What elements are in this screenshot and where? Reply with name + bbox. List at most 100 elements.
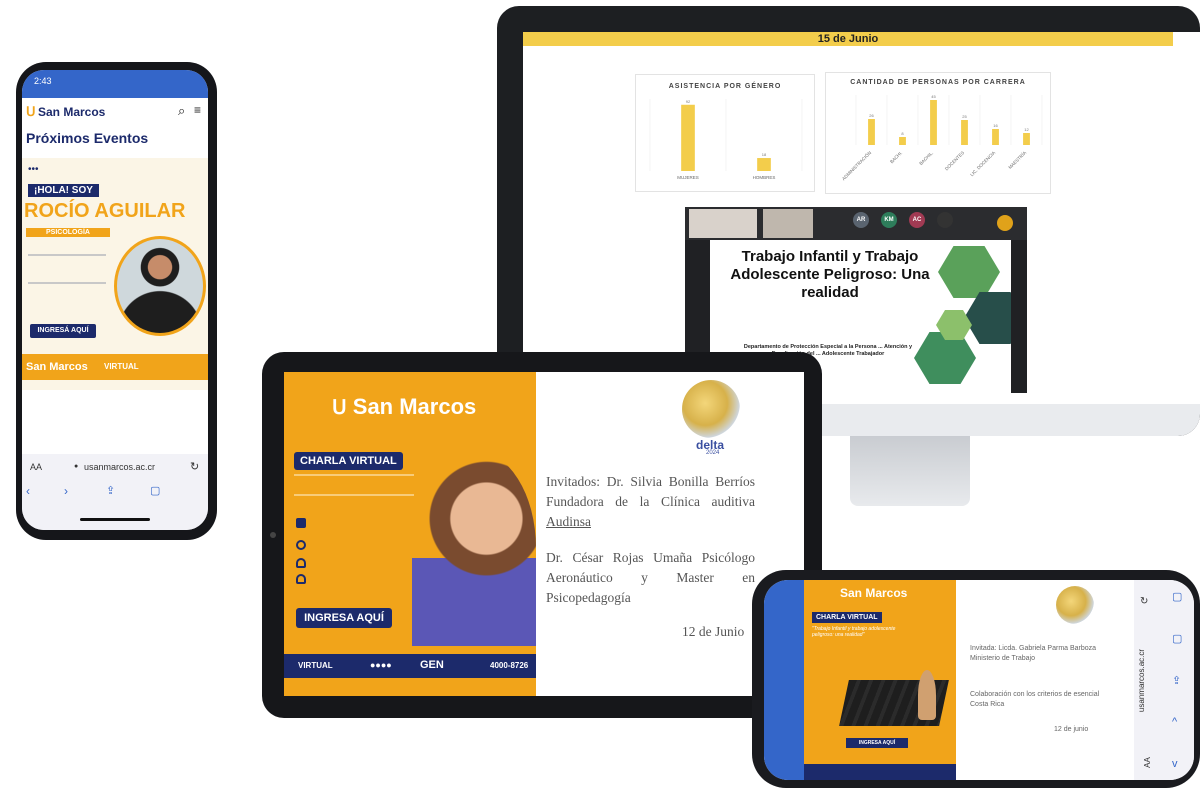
x-tick-label: DOCENTES bbox=[944, 150, 965, 171]
chart-title: ASISTENCIA POR GÉNERO bbox=[668, 83, 782, 90]
phone-landscape-screen: San Marcos CHARLA VIRTUAL "Trabajo Infan… bbox=[764, 580, 1194, 780]
bar-docentes bbox=[961, 120, 968, 145]
bar-value-label: 45 bbox=[931, 94, 936, 99]
brand-name: San Marcos bbox=[352, 394, 477, 419]
poster-subtitle: "Trabajo Infantil y trabajo adolescente … bbox=[812, 626, 896, 638]
speaker-name: ROCÍO AGUILAR bbox=[24, 200, 186, 222]
share-icon[interactable]: ⇪ bbox=[106, 484, 115, 497]
clock-icon bbox=[296, 540, 306, 550]
ingresa-button[interactable]: INGRESÁ AQUÍ bbox=[30, 324, 96, 338]
audinsa-link[interactable]: Audinsa bbox=[546, 514, 591, 529]
status-time: 2:43 bbox=[34, 76, 52, 86]
slide-title: Trabajo Infantil y Trabajo Adolescente P… bbox=[730, 248, 930, 301]
event-date: 12 de Junio bbox=[682, 624, 745, 639]
charla-badge: CHARLA VIRTUAL bbox=[812, 612, 882, 623]
charla-badge: CHARLA VIRTUAL bbox=[294, 452, 403, 470]
tag-badge: PSICOLOGÍA bbox=[26, 228, 110, 237]
more-participants-icon[interactable] bbox=[937, 212, 953, 228]
reload-icon[interactable]: ↻ bbox=[190, 460, 199, 473]
hexagon-shape bbox=[964, 292, 1011, 344]
phone-number: 4000-8726 bbox=[490, 661, 529, 670]
invitada-text: Invitada: Licda. Gabriela Parma Barboza … bbox=[970, 645, 1097, 662]
phone-portrait-screen: 2:43 ᑌ San Marcos ⌕ ≡ Próximos Eventos •… bbox=[22, 70, 208, 530]
virtual-label: VIRTUAL bbox=[298, 661, 333, 670]
guest-2-paragraph: Dr. César Rojas Umaña Psicólogo Aeronáut… bbox=[546, 550, 755, 605]
brand-name: San Marcos bbox=[840, 586, 908, 600]
ingresa-button[interactable]: INGRESA AQUÍ bbox=[296, 608, 392, 628]
report-date-bar: 15 de Junio bbox=[523, 32, 1173, 46]
bookmarks-icon[interactable]: ▢ bbox=[1172, 632, 1182, 645]
participant-avatar-3[interactable]: AC bbox=[909, 212, 925, 228]
calendar-icon bbox=[296, 518, 306, 528]
lock-icon: ● bbox=[74, 463, 79, 470]
bar-mujeres bbox=[681, 104, 695, 171]
participants-strip: AR KM AC bbox=[685, 207, 1027, 240]
participant-avatar-2[interactable]: KM bbox=[881, 212, 897, 228]
browser-bar: AA ● usanmarcos.ac.cr ↻ ‹ › ⇪ ▢ bbox=[22, 454, 208, 530]
bar-value-label: 92 bbox=[686, 99, 691, 104]
event-banner: ••• ¡HOLA! SOY ROCÍO AGUILAR PSICOLOGÍA … bbox=[22, 158, 208, 390]
bar-bachil- bbox=[930, 100, 937, 145]
guests-text: Invitados: Dr. Silvia Bonilla Berríos Fu… bbox=[546, 474, 755, 509]
event-poster: ᑌ San Marcos CHARLA VIRTUAL INGRESA AQUÍ… bbox=[284, 372, 536, 696]
phone-header: ᑌ San Marcos ⌕ ≡ bbox=[22, 98, 208, 126]
back-icon[interactable]: v bbox=[1172, 758, 1178, 770]
social-icons: ●●●● bbox=[370, 660, 392, 670]
x-tick-label: ADMINISTRACIÓN bbox=[840, 149, 872, 181]
speaker-photo bbox=[412, 450, 536, 646]
brand-logo: ᑌ San Marcos bbox=[332, 394, 476, 420]
ingresa-button[interactable]: INGRESA AQUÍ bbox=[846, 738, 908, 748]
gen-label: GEN bbox=[420, 659, 444, 671]
footer-brand: San Marcos bbox=[26, 361, 88, 373]
bar-bachi- bbox=[899, 137, 906, 145]
gender-attendance-chart: ASISTENCIA POR GÉNERO 92 MUJERES 18 HOMBRES bbox=[635, 74, 815, 192]
u-logo-icon: ᑌ bbox=[332, 397, 347, 419]
guests-paragraph: Invitados: Dr. Silvia Bonilla Berríos Fu… bbox=[546, 472, 755, 532]
poster-footer: VIRTUAL ●●●● GEN 4000-8726 bbox=[284, 654, 536, 678]
career-count-chart: CANTIDAD DE PERSONAS POR CARRERA 26 ADMIN… bbox=[825, 72, 1051, 194]
bar-value-label: 16 bbox=[993, 123, 998, 128]
tablet-screen: ᑌ San Marcos CHARLA VIRTUAL INGRESA AQUÍ… bbox=[284, 372, 804, 696]
text-size-button[interactable]: AA bbox=[1143, 757, 1152, 768]
bar-value-label: 12 bbox=[1024, 127, 1029, 132]
bar-value-label: 18 bbox=[762, 152, 767, 157]
bar-maestr-a bbox=[1023, 133, 1030, 145]
x-tick-label: HOMBRES bbox=[753, 175, 776, 180]
forward-icon[interactable]: ^ bbox=[1172, 716, 1177, 728]
self-avatar[interactable] bbox=[997, 215, 1013, 231]
wooden-figure bbox=[918, 670, 936, 720]
menu-icon[interactable]: ≡ bbox=[194, 103, 201, 117]
url-field[interactable]: usanmarcos.ac.cr bbox=[1137, 649, 1146, 712]
reload-icon[interactable]: ↻ bbox=[1140, 596, 1148, 607]
text-size-button[interactable]: AA bbox=[30, 462, 42, 472]
gender-chart-plot: 92 MUJERES 18 HOMBRES bbox=[649, 99, 803, 180]
participant-video-1 bbox=[689, 209, 757, 238]
chart-title: CANTIDAD DE PERSONAS POR CARRERA bbox=[850, 79, 1026, 86]
monitor-screen: 15 de Junio ASISTENCIA POR GÉNERO 92 MUJE… bbox=[523, 32, 1200, 404]
delta-logo-year: 2024 bbox=[706, 450, 720, 456]
hexagon-shape bbox=[938, 246, 1000, 298]
brand-name: San Marcos bbox=[38, 105, 106, 119]
bar-lic-docencia bbox=[992, 129, 999, 145]
x-tick-label: MUJERES bbox=[677, 175, 699, 180]
monitor-stand bbox=[850, 436, 970, 506]
event-poster: San Marcos CHARLA VIRTUAL "Trabajo Infan… bbox=[804, 580, 956, 780]
dots-decoration: ••• bbox=[28, 164, 39, 175]
speaker-icon bbox=[296, 574, 306, 584]
bar-administraci-n bbox=[868, 119, 875, 145]
x-tick-label: LIC. DOCENCIA bbox=[969, 150, 996, 177]
search-icon[interactable]: ⌕ bbox=[178, 103, 185, 119]
share-icon[interactable]: ⇪ bbox=[1172, 674, 1181, 687]
tablet-camera bbox=[270, 532, 276, 538]
bookmarks-icon[interactable]: ▢ bbox=[150, 484, 160, 497]
forward-icon[interactable]: › bbox=[64, 484, 68, 498]
u-logo-icon: ᑌ bbox=[26, 104, 36, 119]
tabs-icon[interactable]: ▢ bbox=[1172, 590, 1182, 603]
event-date: 12 de junio bbox=[1054, 726, 1089, 733]
x-tick-label: BACHI. bbox=[889, 150, 903, 164]
url-field[interactable]: usanmarcos.ac.cr bbox=[84, 462, 155, 472]
hola-badge: ¡HOLA! SOY bbox=[28, 184, 99, 197]
x-tick-label: BACHIL. bbox=[918, 150, 934, 166]
participant-avatar-1[interactable]: AR bbox=[853, 212, 869, 228]
back-icon[interactable]: ‹ bbox=[26, 484, 30, 498]
